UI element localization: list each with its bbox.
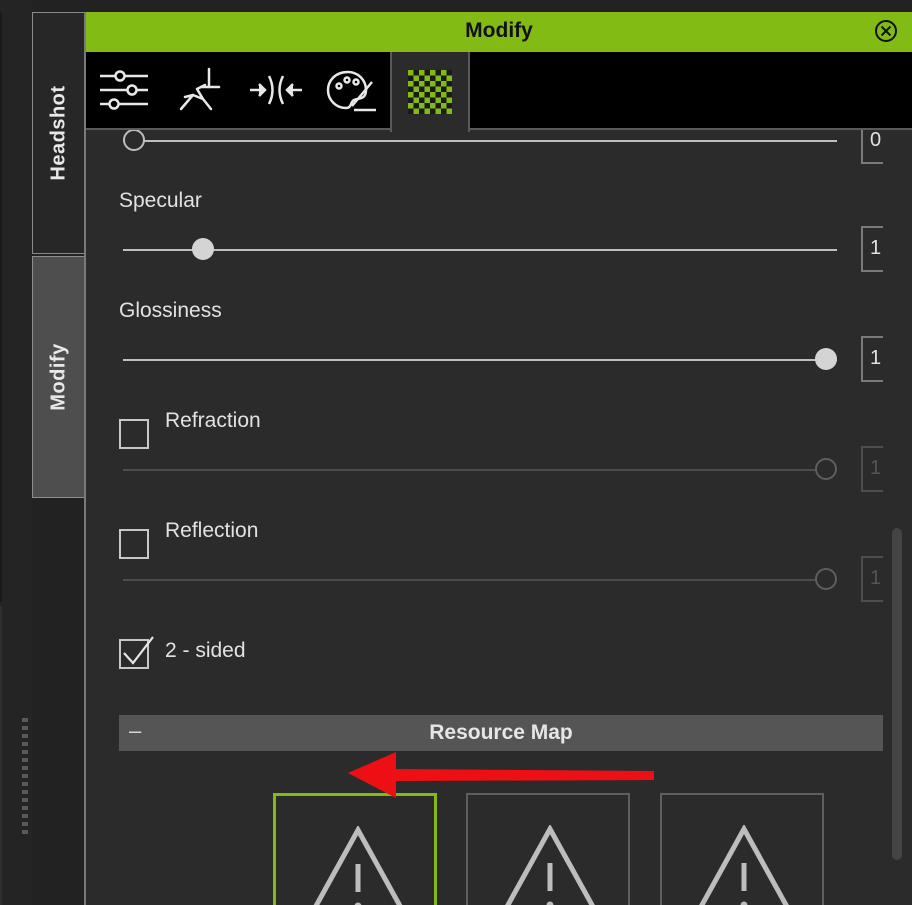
reflection-slider: [123, 567, 837, 593]
tab-material-settings[interactable]: [390, 52, 470, 132]
top-slider-value[interactable]: 0: [861, 130, 883, 164]
dock-strip: [0, 0, 32, 905]
top-slider-thumb[interactable]: [123, 130, 145, 151]
compress-icon[interactable]: [248, 62, 304, 118]
resource-map-slot[interactable]: [660, 793, 824, 905]
glossiness-label: Glossiness: [119, 299, 222, 322]
tab-headshot-label: Headshot: [47, 85, 69, 181]
panel-title: Modify: [465, 19, 533, 42]
refraction-value: 1: [861, 446, 883, 492]
reflection-slider-thumb: [815, 568, 837, 590]
refraction-checkbox[interactable]: [119, 419, 149, 449]
panel-toolbar: [86, 52, 912, 132]
warning-icon: [313, 826, 403, 905]
warning-icon: [505, 825, 595, 905]
resource-map-slot[interactable]: [273, 793, 437, 905]
reflection-label: Reflection: [165, 519, 259, 542]
resource-map-header[interactable]: – Resource Map: [119, 715, 883, 751]
glossiness-value[interactable]: 1: [861, 336, 883, 382]
palette-icon[interactable]: [324, 62, 380, 118]
refraction-label: Refraction: [165, 409, 261, 432]
glossiness-slider[interactable]: [123, 347, 837, 373]
annotation-arrow-icon: [348, 752, 654, 798]
refraction-slider-thumb: [815, 458, 837, 480]
specular-label: Specular: [119, 189, 202, 212]
warning-icon: [699, 825, 789, 905]
tab-headshot[interactable]: Headshot: [32, 12, 84, 254]
refraction-slider: [123, 457, 837, 483]
tab-modify[interactable]: Modify: [32, 256, 84, 498]
tab-modify-label: Modify: [47, 343, 69, 411]
panel-titlebar: Modify: [86, 12, 912, 52]
glossiness-slider-thumb[interactable]: [815, 348, 837, 370]
reflection-value: 1: [861, 556, 883, 602]
dock-divider-lower: [0, 606, 2, 905]
specular-slider[interactable]: [123, 237, 837, 263]
modify-panel: Modify 0 Specular 1 Glossiness 1 Refract…: [84, 12, 912, 905]
close-icon[interactable]: [874, 19, 898, 43]
scrollbar-thumb[interactable]: [892, 528, 902, 860]
resource-map-slot[interactable]: [466, 793, 630, 905]
reflection-checkbox[interactable]: [119, 529, 149, 559]
properties-content: 0 Specular 1 Glossiness 1 Refraction 1 R…: [86, 130, 912, 905]
running-figure-icon[interactable]: [172, 62, 228, 118]
top-slider[interactable]: [123, 130, 837, 154]
two-sided-checkbox[interactable]: [119, 636, 154, 669]
checker-texture-icon: [408, 70, 452, 114]
dock-grip-handle[interactable]: [22, 718, 30, 838]
dock-divider: [0, 12, 2, 602]
two-sided-label: 2 - sided: [165, 639, 246, 662]
resource-map-title: Resource Map: [429, 721, 573, 744]
sliders-icon[interactable]: [96, 62, 152, 118]
specular-slider-thumb[interactable]: [192, 238, 214, 260]
specular-value[interactable]: 1: [861, 226, 883, 272]
checkmark-icon: [123, 636, 154, 665]
